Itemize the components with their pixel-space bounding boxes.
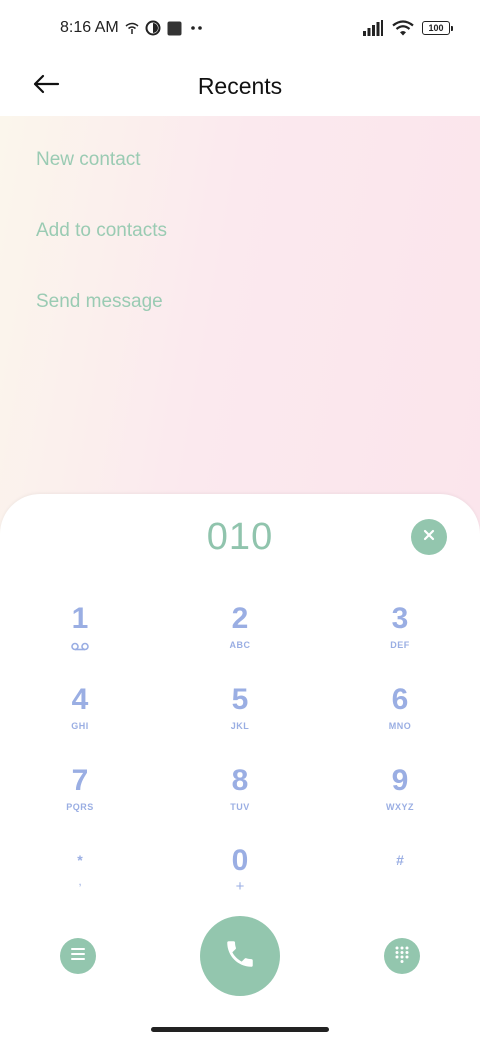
home-indicator[interactable]	[151, 1027, 329, 1032]
key-1[interactable]: 1	[20, 602, 140, 674]
key-2[interactable]: 2 ABC	[180, 602, 300, 674]
key-letters: DEF	[390, 640, 410, 650]
key-hash[interactable]: #	[340, 850, 460, 922]
key-4[interactable]: 4 GHI	[20, 683, 140, 755]
key-letters: TUV	[230, 802, 250, 812]
call-button[interactable]	[200, 916, 280, 996]
key-digit: 2	[231, 602, 249, 635]
new-contact-action[interactable]: New contact	[36, 149, 141, 171]
arrow-left-icon	[32, 74, 60, 99]
status-time: 8:16 AM	[60, 19, 119, 36]
key-letters: WXYZ	[386, 802, 414, 812]
key-digit: #	[396, 852, 404, 868]
key-0[interactable]: 0 +	[180, 844, 300, 916]
app-bar: Recents	[0, 56, 480, 116]
key-7[interactable]: 7 PQRS	[20, 764, 140, 836]
key-digit: 8	[231, 764, 249, 797]
wifi-calling-icon	[125, 21, 139, 35]
key-digit: 0	[231, 844, 249, 877]
key-letters: GHI	[71, 721, 89, 731]
add-to-contacts-action[interactable]: Add to contacts	[36, 220, 167, 242]
data-saver-icon	[145, 20, 161, 36]
key-letters: ,	[78, 874, 82, 888]
key-digit: 3	[391, 602, 409, 635]
signal-icon	[362, 20, 384, 36]
key-letters: +	[235, 878, 245, 895]
key-digit: 6	[391, 683, 409, 716]
battery-indicator: 100	[422, 21, 453, 35]
key-digit: 4	[71, 683, 89, 716]
dialed-number[interactable]: 010	[0, 516, 480, 559]
more-dots-icon	[188, 24, 206, 32]
menu-icon	[70, 947, 86, 966]
key-6[interactable]: 6 MNO	[340, 683, 460, 755]
phone-icon	[223, 937, 257, 976]
key-digit: 7	[71, 764, 89, 797]
voicemail-icon	[20, 638, 140, 656]
dialpad-toggle-button[interactable]	[384, 938, 420, 974]
status-bar: 8:16 AM 100	[0, 0, 480, 56]
key-digit: 9	[391, 764, 409, 797]
key-letters: MNO	[388, 721, 412, 731]
key-digit: *	[77, 852, 83, 868]
key-digit: 1	[71, 602, 89, 635]
menu-button[interactable]	[60, 938, 96, 974]
key-letters: JKL	[230, 721, 250, 731]
back-button[interactable]	[26, 66, 66, 106]
key-letters: ABC	[229, 640, 251, 650]
actions-panel: New contact Add to contacts Send message	[0, 116, 480, 536]
close-icon	[423, 528, 435, 546]
dialpad-icon	[394, 945, 410, 968]
key-letters: PQRS	[66, 802, 94, 812]
clear-button[interactable]	[411, 519, 447, 555]
key-3[interactable]: 3 DEF	[340, 602, 460, 674]
dialpad-sheet: 010 1 2 ABC 3 DEF 4 GHI 5 JKL 6 MNO 7 PQ…	[0, 494, 480, 1040]
send-message-action[interactable]: Send message	[36, 291, 163, 313]
square-notification-icon	[167, 21, 182, 36]
key-5[interactable]: 5 JKL	[180, 683, 300, 755]
key-digit: 5	[231, 683, 249, 716]
wifi-icon	[392, 20, 414, 36]
key-8[interactable]: 8 TUV	[180, 764, 300, 836]
page-title: Recents	[197, 72, 283, 99]
key-star[interactable]: * ,	[20, 850, 140, 922]
key-9[interactable]: 9 WXYZ	[340, 764, 460, 836]
